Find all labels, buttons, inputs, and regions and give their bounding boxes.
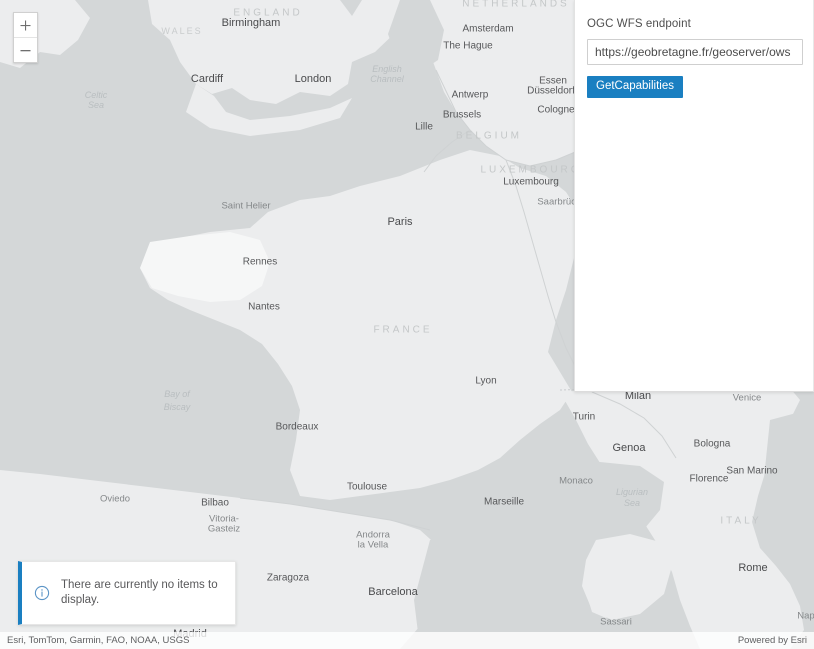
map-application: ENGLANDWALESBirminghamCardiffLondonNETHE… xyxy=(0,0,814,649)
map-attribution-bar: Esri, TomTom, Garmin, FAO, NOAA, USGS Po… xyxy=(0,632,814,649)
attribution-sources: Esri, TomTom, Garmin, FAO, NOAA, USGS xyxy=(7,635,189,646)
wfs-panel: OGC WFS endpoint GetCapabilities xyxy=(574,0,814,392)
wfs-panel-body: OGC WFS endpoint GetCapabilities xyxy=(575,0,813,98)
wfs-endpoint-label: OGC WFS endpoint xyxy=(587,18,801,30)
zoom-out-button[interactable] xyxy=(14,38,37,62)
plus-icon xyxy=(20,20,31,31)
zoom-in-button[interactable] xyxy=(14,13,37,38)
empty-state-notification: There are currently no items to display. xyxy=(18,561,236,625)
minus-icon xyxy=(20,45,31,56)
zoom-control[interactable] xyxy=(13,12,38,63)
empty-state-message: There are currently no items to display. xyxy=(61,578,225,608)
info-circle-icon xyxy=(34,585,50,601)
get-capabilities-button[interactable]: GetCapabilities xyxy=(587,76,683,98)
wfs-endpoint-input[interactable] xyxy=(587,39,803,65)
attribution-powered-by: Powered by Esri xyxy=(738,635,807,646)
